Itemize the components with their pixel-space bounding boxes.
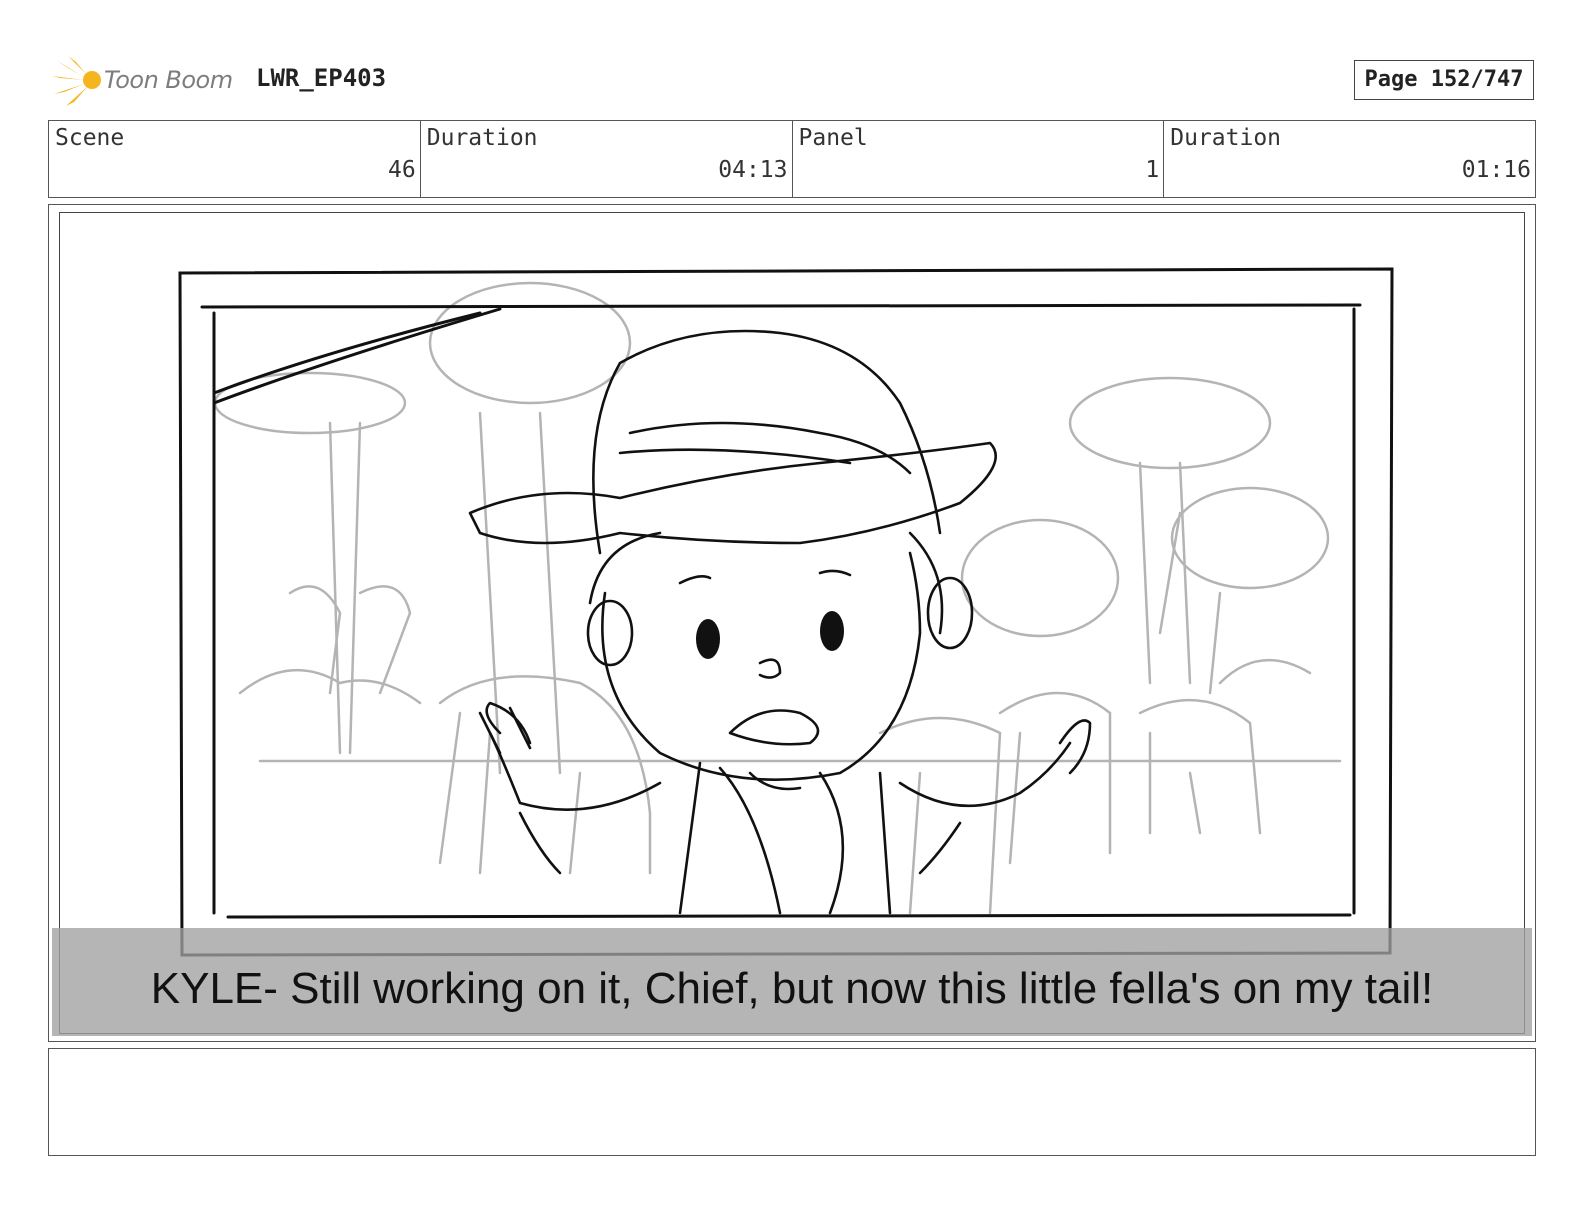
panel-label: Panel (798, 125, 868, 151)
scene-cell: Scene 46 (49, 121, 421, 197)
brand-name: Toon Boom (104, 66, 233, 94)
panel-cell: Panel 1 (793, 121, 1165, 197)
scene-label: Scene (55, 125, 125, 151)
scene-value: 46 (388, 157, 416, 183)
scene-info-table: Scene 46 Duration 04:13 Panel 1 Duration… (48, 120, 1536, 198)
page-number: Page 152/747 (1354, 60, 1534, 100)
notes-box (48, 1048, 1536, 1156)
project-title: LWR_EP403 (256, 64, 387, 92)
scene-duration-label: Duration (426, 125, 538, 151)
scene-duration-value: 04:13 (718, 157, 788, 183)
panel-value: 1 (1145, 157, 1160, 183)
panel-duration-label: Duration (1170, 125, 1282, 151)
storyboard-sketch (178, 267, 1394, 957)
panel-image (59, 212, 1525, 1034)
panel-duration-value: 01:16 (1461, 157, 1531, 183)
panel-duration-cell: Duration 01:16 (1164, 121, 1535, 197)
dialogue-caption: KYLE- Still working on it, Chief, but no… (150, 964, 1434, 1013)
scene-duration-cell: Duration 04:13 (421, 121, 793, 197)
